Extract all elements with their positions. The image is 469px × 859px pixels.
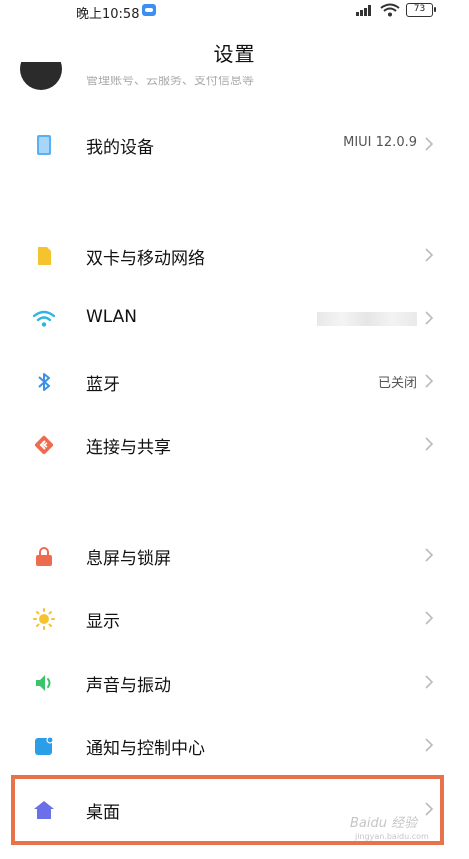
device-icon [37, 135, 51, 155]
speaker-icon [36, 675, 51, 691]
settings-item-my-device[interactable]: 我的设备 MIUI 12.0.9 [0, 117, 469, 173]
settings-item-notification-control[interactable]: 通知与控制中心 [0, 718, 469, 774]
avatar [20, 62, 62, 92]
settings-item-value: 已关闭 [377, 376, 417, 391]
settings-item-sim[interactable]: 双卡与移动网络 [0, 228, 469, 284]
settings-item-label: 我的设备 [86, 138, 154, 158]
settings-item-lock-screen[interactable]: 息屏与锁屏 [0, 528, 469, 584]
chevron-right-icon [425, 437, 434, 451]
chevron-right-icon [425, 611, 434, 625]
wifi-icon [33, 310, 55, 327]
signal-icon [356, 5, 372, 16]
watermark: Baidu 经验 [350, 816, 418, 831]
status-time: 晚上10:58 [76, 7, 140, 22]
battery-icon: 73 [406, 3, 436, 17]
settings-item-label: 声音与振动 [86, 676, 171, 696]
settings-item-wlan[interactable]: WLAN [0, 291, 469, 347]
account-subtitle: 管理账号、云服务、支付信息等 [86, 76, 255, 87]
settings-item-label: 显示 [86, 612, 120, 632]
settings-item-label: 通知与控制中心 [86, 739, 205, 759]
chevron-right-icon [425, 137, 434, 151]
lock-icon [36, 547, 52, 566]
page-title: 设置 [213, 42, 256, 66]
settings-item-display[interactable]: 显示 [0, 591, 469, 647]
chevron-right-icon [425, 675, 434, 689]
settings-item-value: MIUI 12.0.9 [343, 135, 417, 150]
settings-item-bluetooth[interactable]: 蓝牙 已关闭 [0, 354, 469, 410]
share-connection-icon [34, 435, 54, 455]
bluetooth-icon [38, 373, 50, 391]
sim-card-icon [38, 247, 51, 265]
status-bar: 晚上10:58 73 [0, 0, 469, 24]
chevron-right-icon [425, 548, 434, 562]
settings-item-label: 连接与共享 [86, 438, 171, 458]
cloud-icon [142, 4, 156, 16]
settings-item-label: 双卡与移动网络 [86, 249, 205, 269]
settings-item-sound-vibration[interactable]: 声音与振动 [0, 655, 469, 711]
settings-item-connection-sharing[interactable]: 连接与共享 [0, 417, 469, 473]
chevron-right-icon [425, 311, 434, 325]
settings-item-label: 息屏与锁屏 [86, 549, 171, 569]
notification-icon [35, 736, 54, 755]
settings-item-label: WLAN [86, 307, 138, 327]
wifi-status-icon [380, 3, 400, 17]
chevron-right-icon [425, 374, 434, 388]
watermark-url: jingyan.baidu.com [355, 832, 429, 841]
sun-icon [33, 608, 55, 630]
chevron-right-icon [425, 248, 434, 262]
wlan-network-value-blurred [317, 312, 417, 326]
chevron-right-icon [425, 738, 434, 752]
settings-item-label: 蓝牙 [86, 375, 120, 395]
